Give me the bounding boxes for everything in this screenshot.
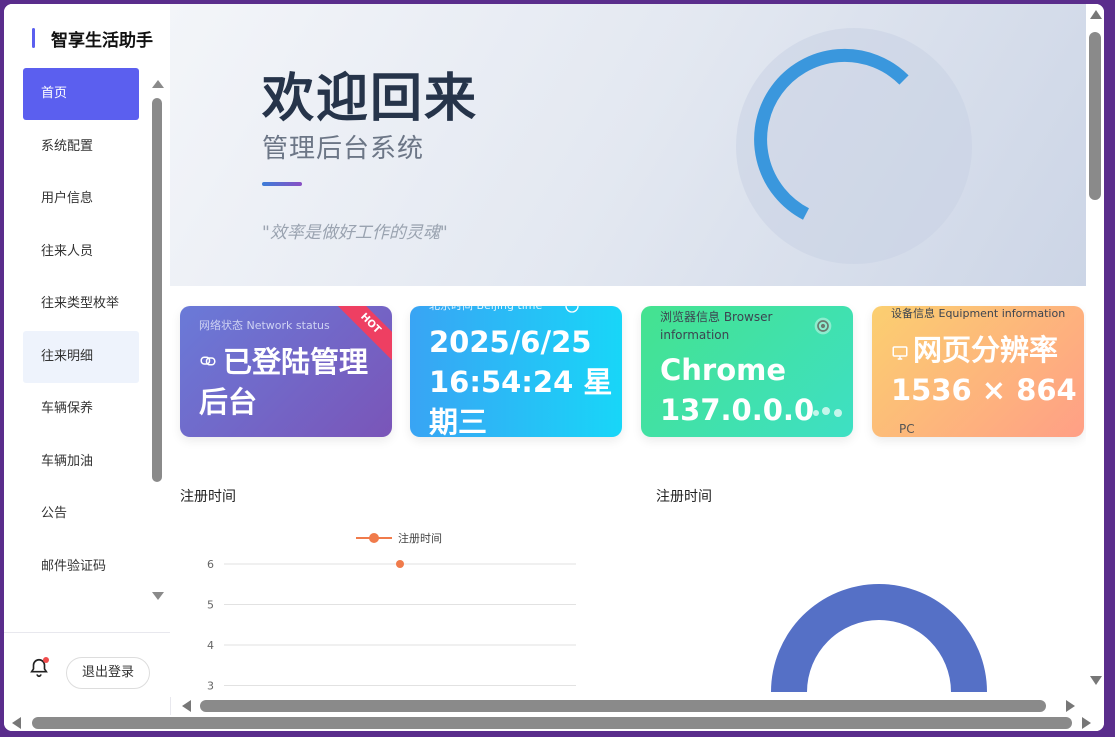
main-horizontal-scrollbar[interactable] xyxy=(174,697,1086,715)
vertical-scroll-thumb[interactable] xyxy=(1089,32,1101,200)
card-label: 北京时间 Beijing time xyxy=(429,306,542,315)
card-label: 网络状态 Network status xyxy=(199,319,330,332)
scroll-right-arrow-icon[interactable] xyxy=(1066,700,1075,712)
scroll-left-arrow-icon[interactable] xyxy=(182,700,191,712)
sidebar-item-vehicle-fuel[interactable]: 车辆加油 xyxy=(23,436,139,488)
sidebar-item-system-config[interactable]: 系统配置 xyxy=(23,121,139,173)
sidebar-item-contact-types[interactable]: 往来类型枚举 xyxy=(23,278,139,330)
clock-icon xyxy=(565,306,579,313)
brand-accent-bar xyxy=(32,28,35,48)
card-value: 网页分辨率 1536 × 864 xyxy=(891,333,1077,408)
legend-marker xyxy=(369,533,379,543)
sidebar-item-vehicle-maintenance[interactable]: 车辆保养 xyxy=(23,383,139,435)
sidebar-footer: 退出登录 xyxy=(4,632,170,716)
device-type: PC xyxy=(899,422,915,436)
sidebar-item-email-code[interactable]: 邮件验证码 xyxy=(23,541,139,593)
sidebar-item-announcements[interactable]: 公告 xyxy=(23,488,139,540)
card-label: 设备信息 Equipment information xyxy=(891,307,1066,320)
card-value: 2025/6/25 16:54:24 星期三 xyxy=(429,325,613,437)
sidebar-menu: 首页 系统配置 用户信息 往来人员 往来类型枚举 往来明细 车辆保养 车辆加油 … xyxy=(23,68,139,593)
device-info-card: 设备信息 Equipment information 网页分辨率 1536 × … xyxy=(872,306,1084,437)
brand: 智享生活助手 xyxy=(32,26,153,51)
data-point xyxy=(396,560,404,568)
welcome-subtitle: 管理后台系统 xyxy=(262,134,425,164)
main-content: 欢迎回来 管理后台系统 "效率是做好工作的灵魂" HOT 网络状态 Networ… xyxy=(170,4,1086,697)
scroll-down-arrow-icon[interactable] xyxy=(1090,676,1102,685)
welcome-banner: 欢迎回来 管理后台系统 "效率是做好工作的灵魂" xyxy=(170,4,1086,286)
scroll-up-arrow-icon[interactable] xyxy=(1090,10,1102,19)
main-vertical-scrollbar[interactable] xyxy=(1086,4,1104,697)
browser-info-card: 浏览器信息 Browser information Chrome 137.0.0… xyxy=(641,306,853,437)
chart-title-left: 注册时间 xyxy=(180,489,236,505)
y-tick-label: 4 xyxy=(207,639,214,652)
registration-line-chart: 注册时间 3 4 5 6 xyxy=(207,531,576,693)
decorative-dots-icon xyxy=(813,407,842,417)
sidebar-item-home[interactable]: 首页 xyxy=(23,68,139,120)
chart-title-right: 注册时间 xyxy=(656,489,712,505)
sidebar-item-user-info[interactable]: 用户信息 xyxy=(23,173,139,225)
card-value: 已登陆管理后台 xyxy=(199,345,369,420)
y-tick-label: 5 xyxy=(207,599,214,612)
horizontal-scroll-thumb[interactable] xyxy=(200,700,1046,712)
sidebar-scrollbar[interactable] xyxy=(150,76,166,606)
scroll-left-arrow-icon[interactable] xyxy=(12,717,21,729)
page-scroll-thumb[interactable] xyxy=(32,717,1072,729)
page-horizontal-scrollbar[interactable] xyxy=(4,715,1104,731)
y-tick-label: 6 xyxy=(207,558,214,571)
welcome-divider xyxy=(262,182,302,186)
y-tick-label: 3 xyxy=(207,680,214,693)
beijing-time-card: 北京时间 Beijing time 2025/6/25 16:54:24 星期三 xyxy=(410,306,622,437)
chrome-icon xyxy=(814,317,832,335)
card-label: 浏览器信息 Browser information xyxy=(660,310,773,342)
legend-label: 注册时间 xyxy=(398,531,442,545)
scroll-up-arrow-icon[interactable] xyxy=(152,80,164,88)
registration-pie-chart xyxy=(771,584,987,692)
welcome-quote: "效率是做好工作的灵魂" xyxy=(262,223,448,243)
sidebar-item-contacts[interactable]: 往来人员 xyxy=(23,226,139,278)
loading-arc-icon xyxy=(754,48,909,220)
sidebar-item-contact-details[interactable]: 往来明细 xyxy=(23,330,139,383)
scroll-down-arrow-icon[interactable] xyxy=(152,592,164,600)
notification-badge xyxy=(43,657,49,663)
sidebar: 智享生活助手 首页 系统配置 用户信息 往来人员 往来类型枚举 往来明细 车辆保… xyxy=(4,4,171,715)
logout-button[interactable]: 退出登录 xyxy=(66,657,150,689)
brand-title: 智享生活助手 xyxy=(51,30,153,51)
pie-slice xyxy=(771,584,987,692)
welcome-title: 欢迎回来 xyxy=(262,69,479,129)
sidebar-scroll-thumb[interactable] xyxy=(152,98,162,482)
network-status-card: HOT 网络状态 Network status 已登陆管理后台 xyxy=(180,306,392,437)
scroll-right-arrow-icon[interactable] xyxy=(1082,717,1091,729)
app-window: 智享生活助手 首页 系统配置 用户信息 往来人员 往来类型枚举 往来明细 车辆保… xyxy=(4,4,1104,731)
info-cards: HOT 网络状态 Network status 已登陆管理后台 北京时间 Bei… xyxy=(180,306,1086,438)
